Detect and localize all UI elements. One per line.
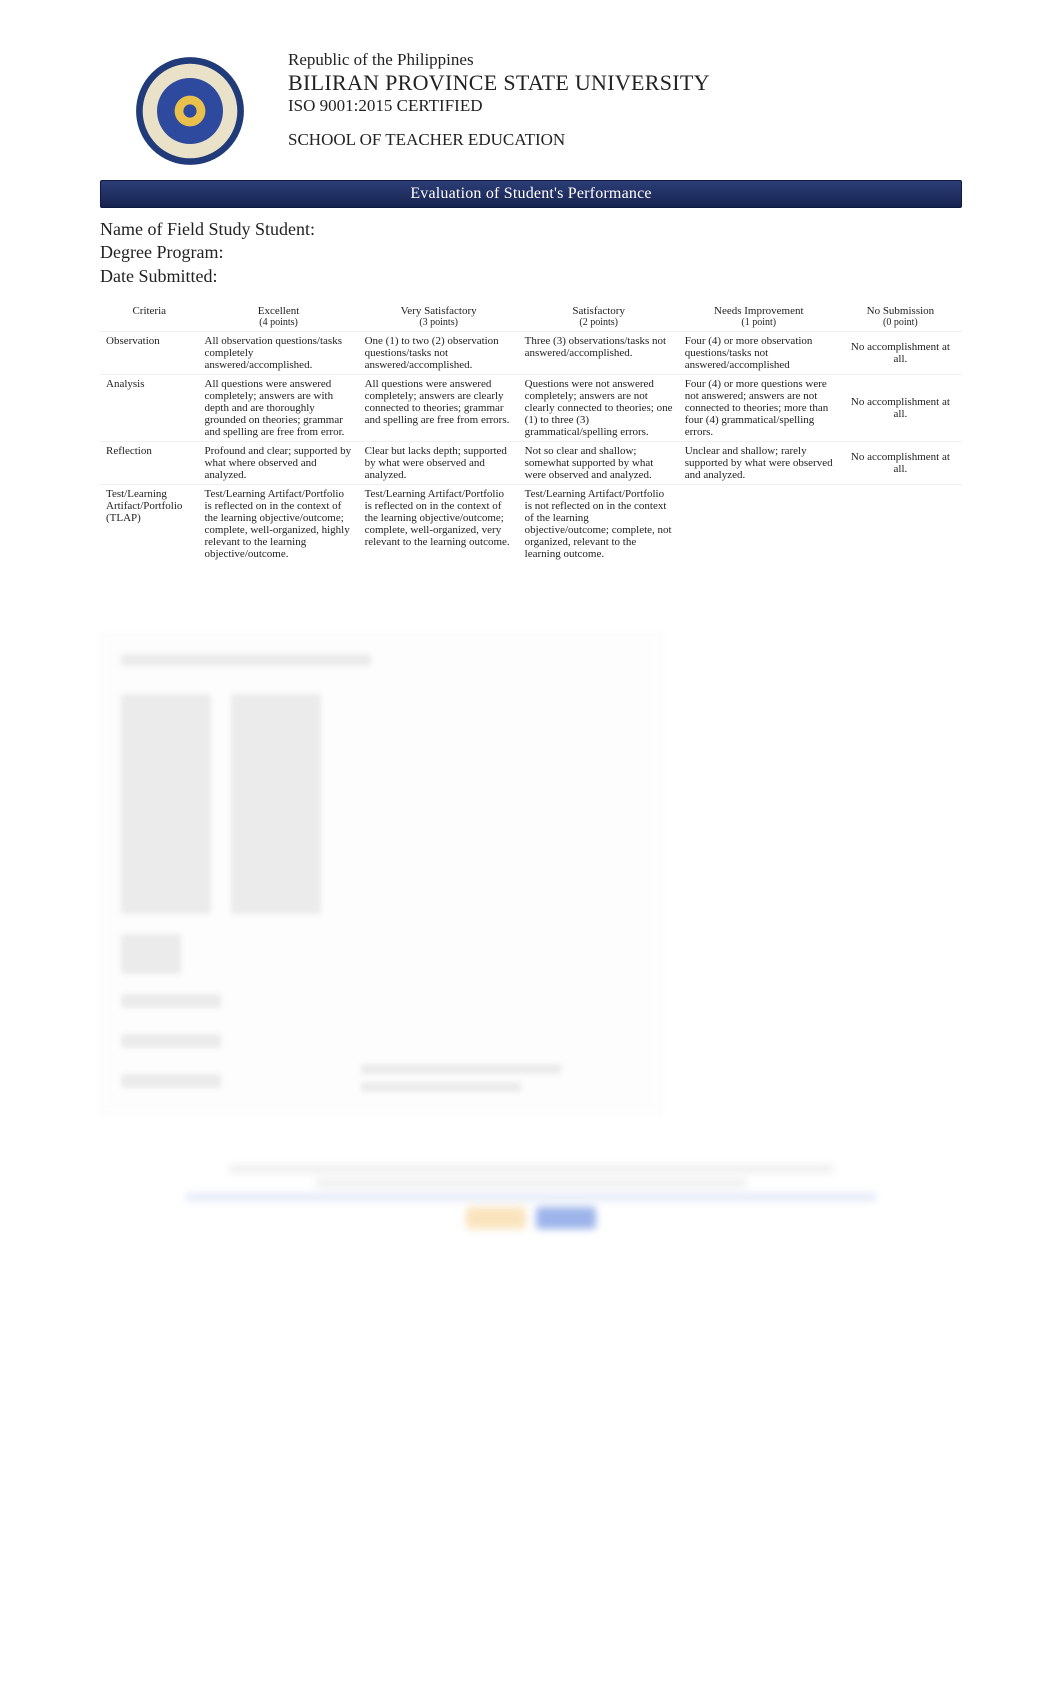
student-meta-block: Name of Field Study Student: Degree Prog…: [100, 218, 962, 288]
level-name: Excellent: [205, 305, 353, 317]
blurred-footer: [100, 1165, 962, 1285]
date-submitted-label: Date Submitted:: [100, 265, 962, 288]
header-university-name: BILIRAN PROVINCE STATE UNIVERSITY: [288, 70, 710, 96]
header-school-line: SCHOOL OF TEACHER EDUCATION: [288, 130, 710, 150]
level-name: Satisfactory: [525, 305, 673, 317]
rubric-cell: Questions were not answered completely; …: [519, 375, 679, 442]
rubric-table: Criteria Excellent (4 points) Very Satis…: [100, 302, 962, 563]
criterion-cell: Reflection: [100, 442, 199, 485]
degree-program-label: Degree Program:: [100, 241, 962, 264]
rubric-cell: Unclear and shallow; rarely supported by…: [679, 442, 839, 485]
document-header: Republic of the Philippines BILIRAN PROV…: [100, 50, 962, 166]
criterion-cell: Analysis: [100, 375, 199, 442]
rubric-cell: Profound and clear; supported by what wh…: [199, 442, 359, 485]
blurred-button: [536, 1207, 596, 1229]
rubric-cell: All questions were answered completely; …: [199, 375, 359, 442]
rubric-cell: Clear but lacks depth; supported by what…: [359, 442, 519, 485]
level-header-excellent: Excellent (4 points): [199, 302, 359, 332]
level-points: (4 points): [205, 317, 353, 328]
level-header-very-satisfactory: Very Satisfactory (3 points): [359, 302, 519, 332]
header-iso-line: ISO 9001:2015 CERTIFIED: [288, 96, 710, 116]
blurred-content-panel: [100, 633, 662, 1115]
rubric-cell-no-submission: No accomplishment at all.: [839, 442, 962, 485]
rubric-row-observation: Observation All observation questions/ta…: [100, 332, 962, 375]
criterion-cell: Observation: [100, 332, 199, 375]
rubric-cell: One (1) to two (2) observation questions…: [359, 332, 519, 375]
rubric-cell-no-submission: [839, 485, 962, 564]
rubric-cell-no-submission: No accomplishment at all.: [839, 375, 962, 442]
level-header-satisfactory: Satisfactory (2 points): [519, 302, 679, 332]
level-header-needs-improvement: Needs Improvement (1 point): [679, 302, 839, 332]
header-republic-line: Republic of the Philippines: [288, 50, 710, 70]
section-title-bar: Evaluation of Student's Performance: [100, 180, 962, 208]
rubric-cell: All questions were answered completely; …: [359, 375, 519, 442]
rubric-row-reflection: Reflection Profound and clear; supported…: [100, 442, 962, 485]
level-name: No Submission: [845, 305, 956, 317]
level-name: Very Satisfactory: [365, 305, 513, 317]
rubric-cell: [679, 485, 839, 564]
level-points: (0 point): [845, 317, 956, 328]
level-points: (3 points): [365, 317, 513, 328]
level-points: (1 point): [685, 317, 833, 328]
rubric-cell: Test/Learning Artifact/Portfolio is not …: [519, 485, 679, 564]
criteria-header: Criteria: [100, 302, 199, 332]
rubric-cell-no-submission: No accomplishment at all.: [839, 332, 962, 375]
rubric-cell: Four (4) or more observation questions/t…: [679, 332, 839, 375]
rubric-row-tlap: Test/Learning Artifact/Portfolio (TLAP) …: [100, 485, 962, 564]
level-header-no-submission: No Submission (0 point): [839, 302, 962, 332]
rubric-row-analysis: Analysis All questions were answered com…: [100, 375, 962, 442]
rubric-cell: Four (4) or more questions were not answ…: [679, 375, 839, 442]
level-name: Needs Improvement: [685, 305, 833, 317]
rubric-cell: Three (3) observations/tasks not answere…: [519, 332, 679, 375]
rubric-cell: Test/Learning Artifact/Portfolio is refl…: [199, 485, 359, 564]
university-logo: [100, 50, 280, 166]
rubric-cell: Test/Learning Artifact/Portfolio is refl…: [359, 485, 519, 564]
rubric-cell: All observation questions/tasks complete…: [199, 332, 359, 375]
seal-icon: [135, 56, 245, 166]
level-points: (2 points): [525, 317, 673, 328]
section-title-text: Evaluation of Student's Performance: [410, 185, 651, 203]
rubric-cell: Not so clear and shallow; somewhat suppo…: [519, 442, 679, 485]
rubric-header-row: Criteria Excellent (4 points) Very Satis…: [100, 302, 962, 332]
student-name-label: Name of Field Study Student:: [100, 218, 962, 241]
criterion-cell: Test/Learning Artifact/Portfolio (TLAP): [100, 485, 199, 564]
blurred-button: [466, 1207, 526, 1229]
